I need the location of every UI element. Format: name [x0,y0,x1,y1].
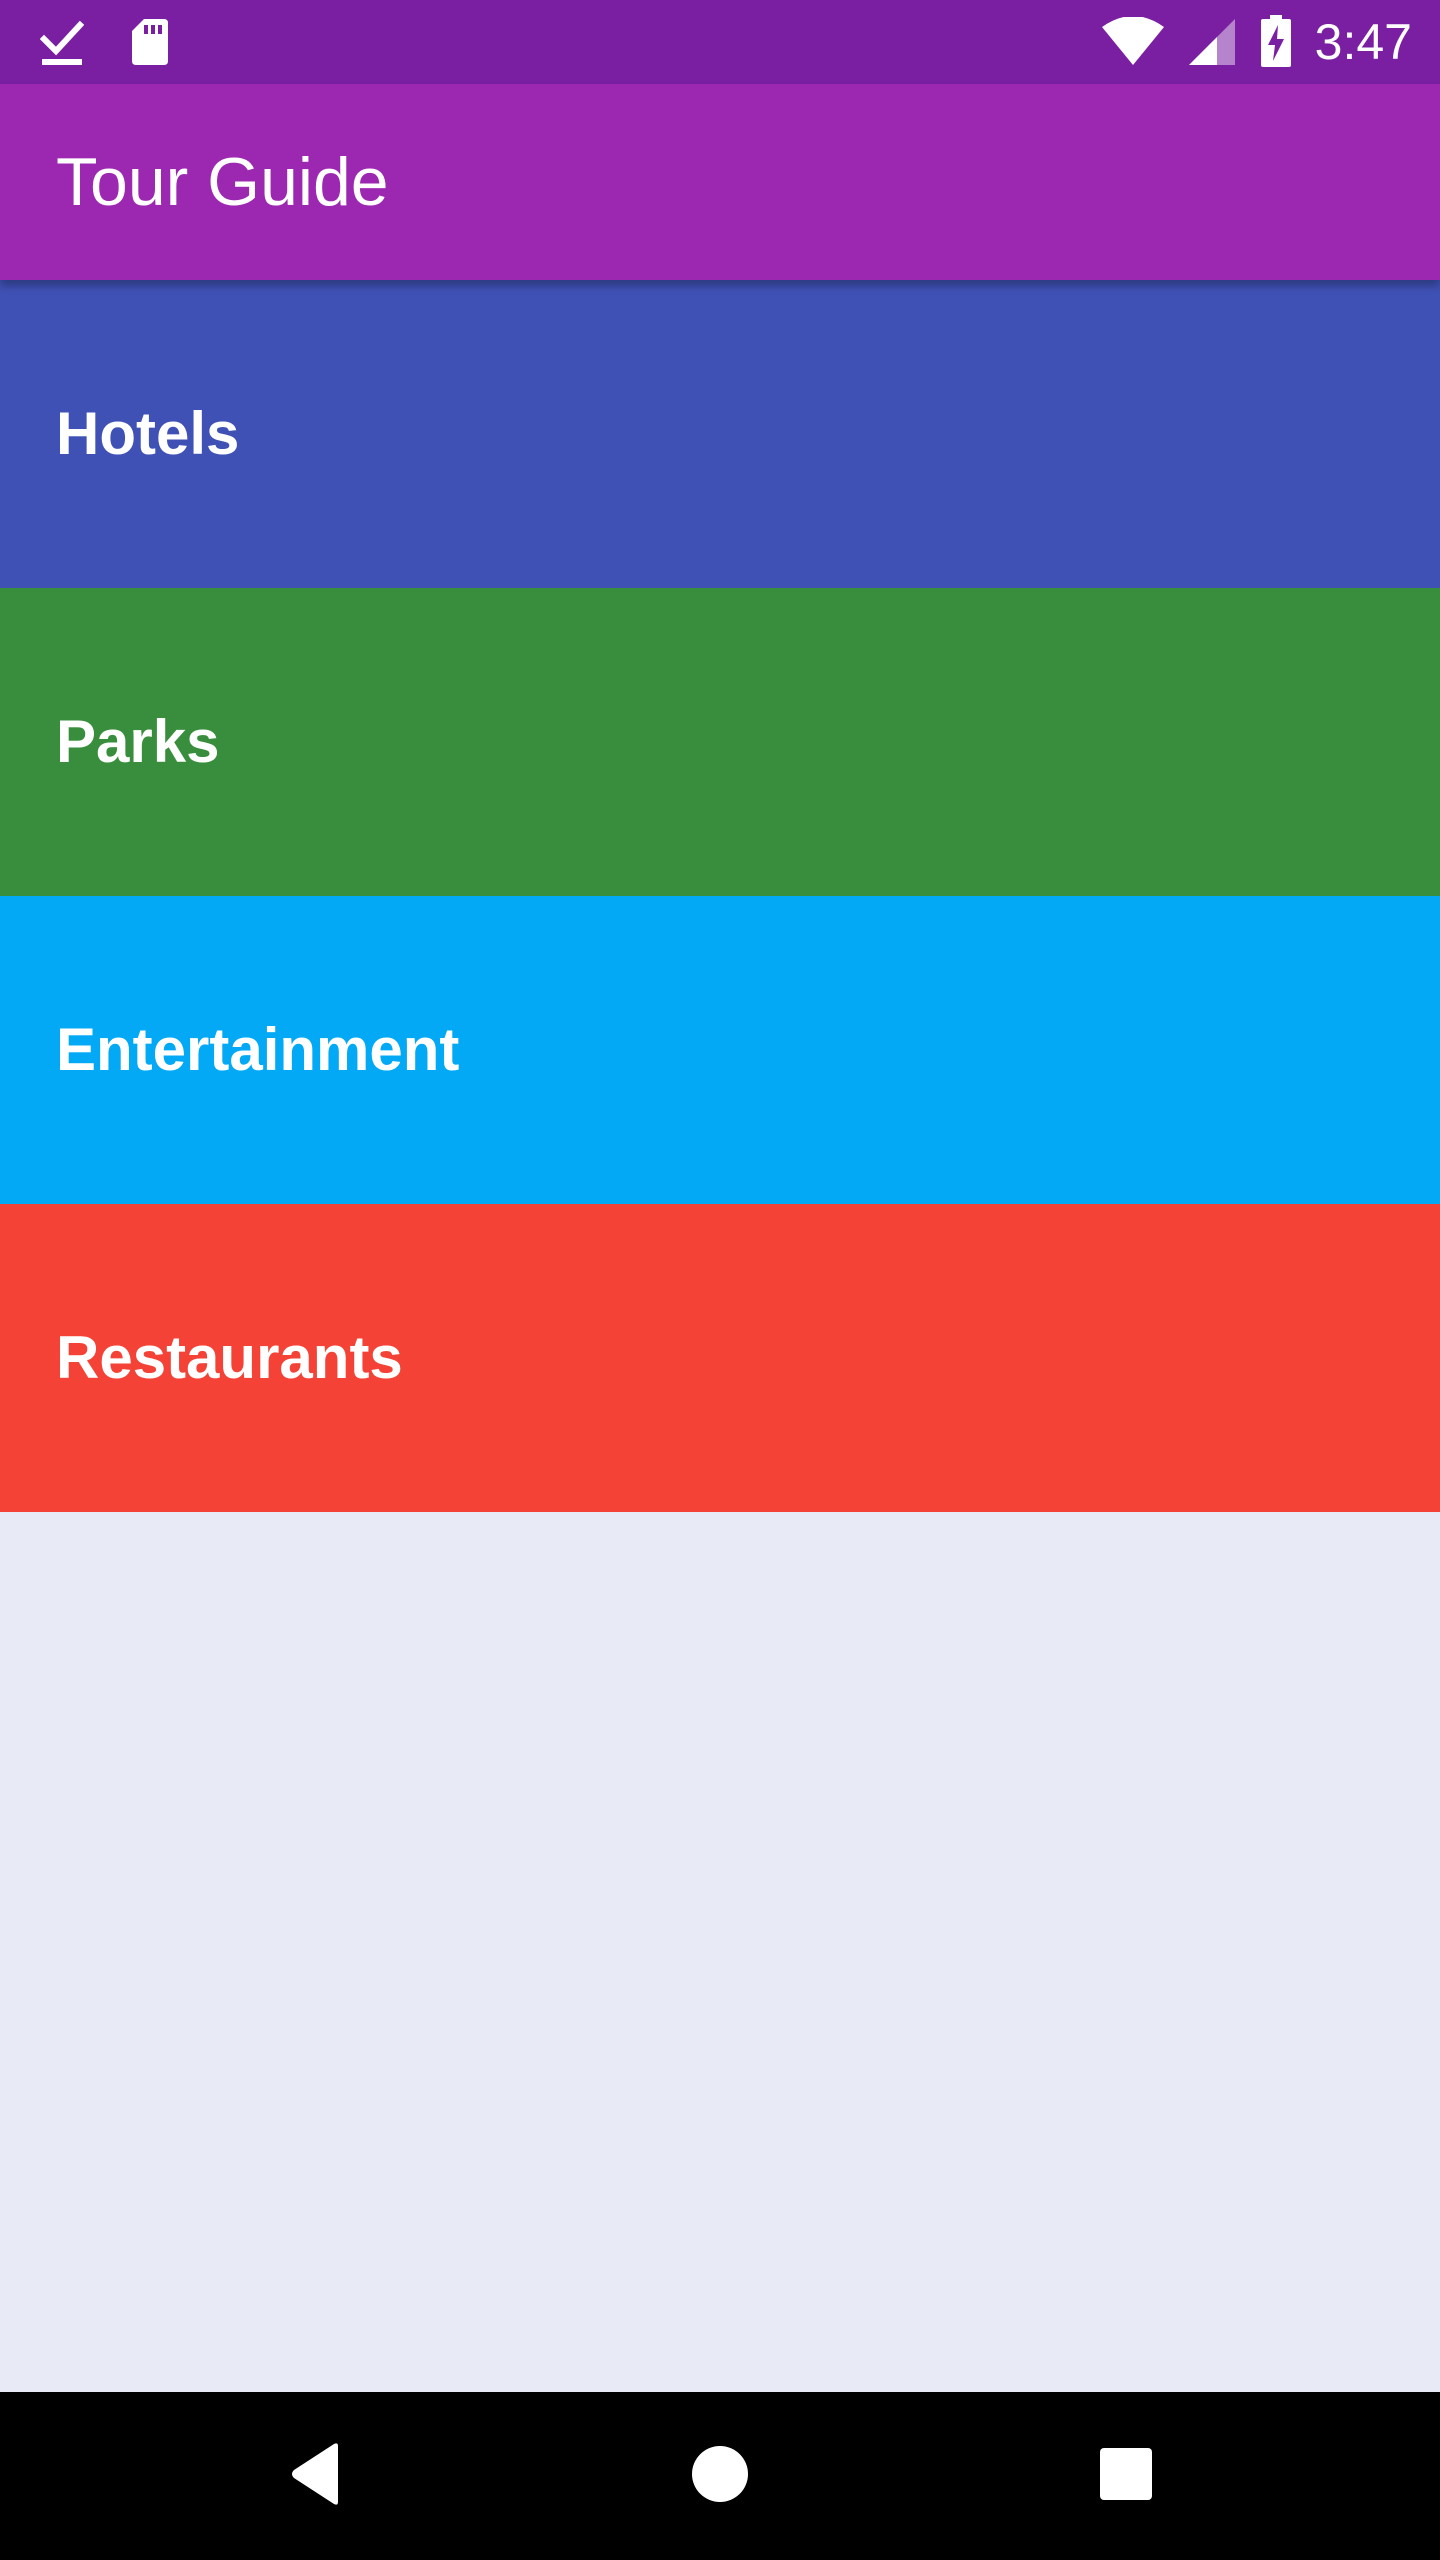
status-bar: 3:47 [0,0,1440,84]
category-item-hotels[interactable]: Hotels [0,280,1440,588]
home-button[interactable] [670,2426,770,2526]
empty-content-area [0,1512,1440,2392]
navigation-bar [0,2392,1440,2560]
cell-signal-icon [1187,17,1237,67]
back-icon [288,2442,344,2511]
recents-icon [1099,2447,1153,2506]
home-icon [691,2445,749,2508]
category-label-parks: Parks [56,708,220,775]
battery-charging-icon [1259,15,1293,69]
recents-button[interactable] [1076,2426,1176,2526]
status-bar-notification-icons [40,16,170,68]
category-label-entertainment: Entertainment [56,1016,460,1083]
app-title: Tour Guide [56,144,389,220]
sd-card-icon [130,17,170,67]
app-bar: Tour Guide [0,84,1440,280]
category-label-restaurants: Restaurants [56,1324,403,1391]
status-bar-clock: 3:47 [1314,14,1412,70]
back-button[interactable] [266,2426,366,2526]
category-list: Hotels Parks Entertainment Restaurants [0,280,1440,1512]
category-item-entertainment[interactable]: Entertainment [0,896,1440,1204]
status-bar-system-icons: 3:47 [1101,10,1412,74]
category-item-parks[interactable]: Parks [0,588,1440,896]
download-done-icon [40,17,84,67]
category-item-restaurants[interactable]: Restaurants [0,1204,1440,1512]
category-label-hotels: Hotels [56,400,240,467]
wifi-icon [1101,17,1165,67]
